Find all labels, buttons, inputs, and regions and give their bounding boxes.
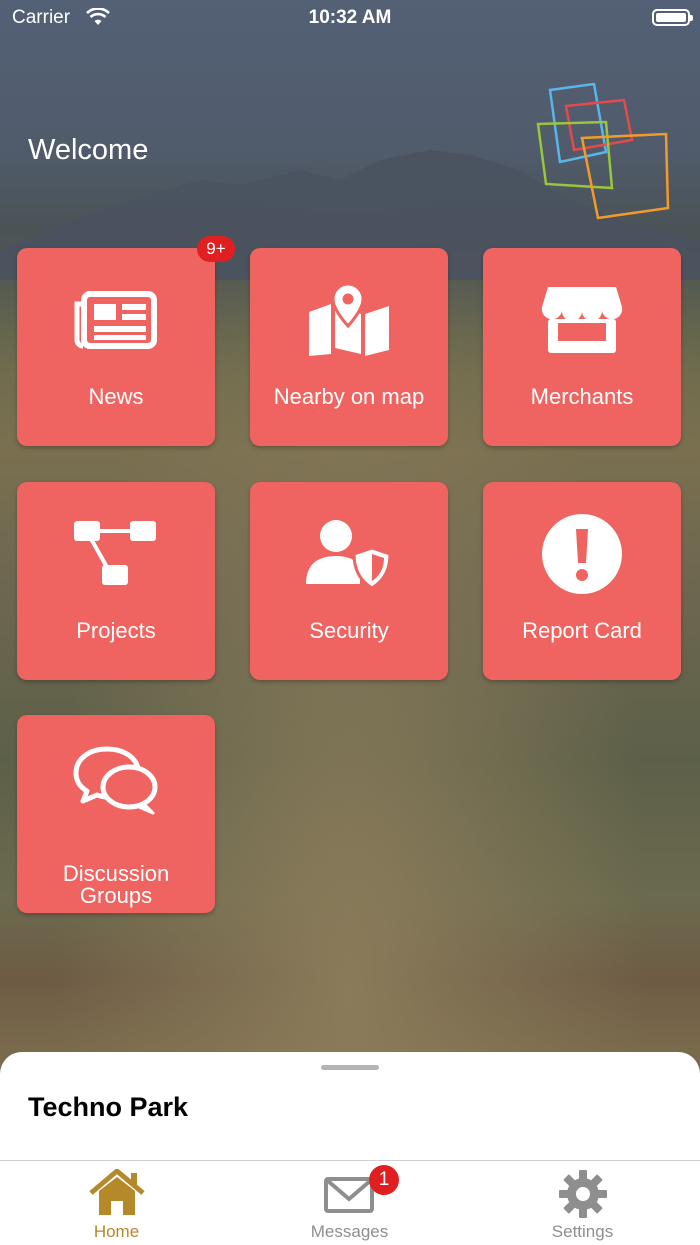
tile-projects[interactable]: Projects — [17, 482, 215, 680]
envelope-icon — [233, 1169, 466, 1221]
tile-label: Report Card — [522, 618, 642, 643]
tile-nearby-on-map[interactable]: Nearby on map — [250, 248, 448, 446]
tile-label: News — [88, 384, 144, 409]
sheet-drag-handle[interactable] — [321, 1065, 379, 1070]
tile-label: Discussion Groups — [17, 863, 215, 907]
tile-merchants[interactable]: Merchants — [483, 248, 681, 446]
brand-logo — [536, 82, 670, 220]
tab-settings[interactable]: Settings — [466, 1161, 699, 1245]
tile-label: Merchants — [530, 384, 634, 409]
gear-icon — [466, 1169, 699, 1221]
tab-bar: Home Messages Settings — [0, 1160, 700, 1245]
news-badge: 9+ — [197, 236, 235, 262]
storefront-icon — [483, 276, 681, 364]
bottom-sheet[interactable]: Techno Park — [0, 1052, 700, 1162]
sitemap-icon — [17, 510, 215, 598]
newspaper-icon — [17, 276, 215, 364]
exclamation-circle-icon — [483, 510, 681, 598]
tile-label-line2: Groups — [79, 883, 153, 908]
tile-label: Projects — [76, 618, 156, 643]
tab-label: Messages — [310, 1222, 389, 1241]
tile-news[interactable]: News — [17, 248, 215, 446]
status-bar: Carrier 10:32 AM — [0, 0, 700, 40]
tile-report-card[interactable]: Report Card — [483, 482, 681, 680]
battery-icon — [652, 9, 693, 26]
chat-bubbles-icon — [17, 737, 215, 825]
tile-label: Nearby on map — [273, 384, 425, 409]
messages-badge: 1 — [369, 1165, 399, 1195]
welcome-heading: Welcome — [28, 134, 149, 166]
home-icon — [0, 1169, 233, 1221]
tile-label-line1: Discussion — [62, 861, 170, 886]
clock: 10:32 AM — [308, 7, 392, 28]
map-pin-icon — [250, 276, 448, 364]
tile-security[interactable]: Security — [250, 482, 448, 680]
tile-discussion-groups[interactable]: Discussion Groups — [17, 715, 215, 913]
tab-label: Home — [93, 1222, 140, 1241]
tab-home[interactable]: Home — [0, 1161, 233, 1245]
tile-label: Security — [309, 618, 389, 643]
sheet-title: Techno Park — [28, 1092, 189, 1122]
user-shield-icon — [250, 510, 448, 598]
tab-label: Settings — [551, 1222, 614, 1241]
tab-messages[interactable]: Messages — [233, 1161, 466, 1245]
